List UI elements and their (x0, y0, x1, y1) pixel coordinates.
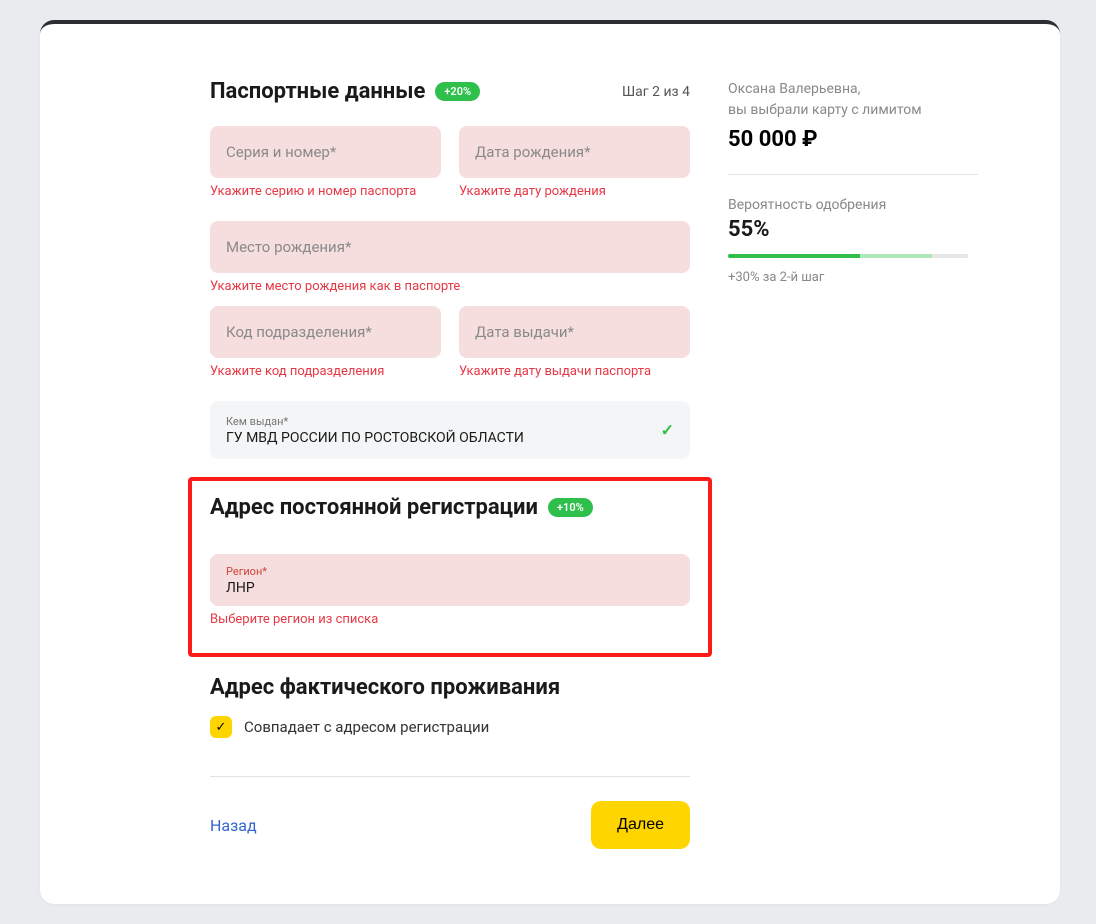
issued-by-input[interactable]: Кем выдан* ГУ МВД РОССИИ ПО РОСТОВСКОЙ О… (210, 401, 690, 459)
birthplace-error: Укажите место рождения как в паспорте (210, 279, 690, 294)
bonus-badge-reg: +10% (548, 498, 593, 517)
form-card: Паспортные данные +20% Шаг 2 из 4 Серия … (40, 20, 1060, 904)
region-label: Регион* (226, 565, 267, 578)
region-input[interactable]: Регион* ЛНР (210, 554, 690, 606)
section-title-registration: Адрес постоянной регистрации (210, 495, 538, 520)
birthdate-input[interactable]: Дата рождения* (459, 126, 690, 178)
divider (728, 174, 978, 175)
region-value: ЛНР (226, 580, 255, 596)
next-button[interactable]: Далее (591, 801, 690, 849)
division-code-input[interactable]: Код подразделения* (210, 306, 441, 358)
approval-progress (728, 254, 968, 258)
back-link[interactable]: Назад (210, 816, 257, 835)
step-indicator: Шаг 2 из 4 (622, 84, 690, 100)
bonus-badge: +20% (435, 82, 480, 101)
same-address-checkbox[interactable]: ✓ (210, 716, 232, 738)
section-title-passport: Паспортные данные (210, 79, 425, 104)
region-error: Выберите регион из списка (210, 612, 690, 627)
sidebar-greeting: Оксана Валерьевна, (728, 81, 860, 97)
sidebar-prob-label: Вероятность одобрения (728, 197, 978, 213)
checkmark-icon: ✓ (216, 720, 227, 735)
sidebar-prob-value: 55% (728, 217, 978, 242)
issued-by-label: Кем выдан* (226, 415, 288, 428)
series-error: Укажите серию и номер паспорта (210, 184, 441, 199)
birthdate-error: Укажите дату рождения (459, 184, 690, 199)
issue-date-input[interactable]: Дата выдачи* (459, 306, 690, 358)
sidebar-hint: +30% за 2-й шаг (728, 270, 978, 285)
main-column: Паспортные данные +20% Шаг 2 из 4 Серия … (210, 79, 690, 849)
section-header: Паспортные данные +20% Шаг 2 из 4 (210, 79, 690, 104)
birthplace-input[interactable]: Место рождения* (210, 221, 690, 273)
issued-by-value: ГУ МВД РОССИИ ПО РОСТОВСКОЙ ОБЛАСТИ (226, 430, 524, 446)
same-address-label: Совпадает с адресом регистрации (244, 718, 489, 736)
sidebar-subline: вы выбрали карту с лимитом (728, 102, 922, 118)
issue-date-error: Укажите дату выдачи паспорта (459, 364, 690, 379)
division-code-error: Укажите код подразделения (210, 364, 441, 379)
series-number-input[interactable]: Серия и номер* (210, 126, 441, 178)
sidebar: Оксана Валерьевна, вы выбрали карту с ли… (728, 79, 978, 849)
section-title-residence: Адрес фактического проживания (210, 675, 560, 700)
sidebar-amount: 50 000 ₽ (728, 127, 978, 152)
registration-highlight: Адрес постоянной регистрации +10% Регион… (188, 477, 712, 657)
checkmark-icon: ✓ (661, 421, 674, 440)
